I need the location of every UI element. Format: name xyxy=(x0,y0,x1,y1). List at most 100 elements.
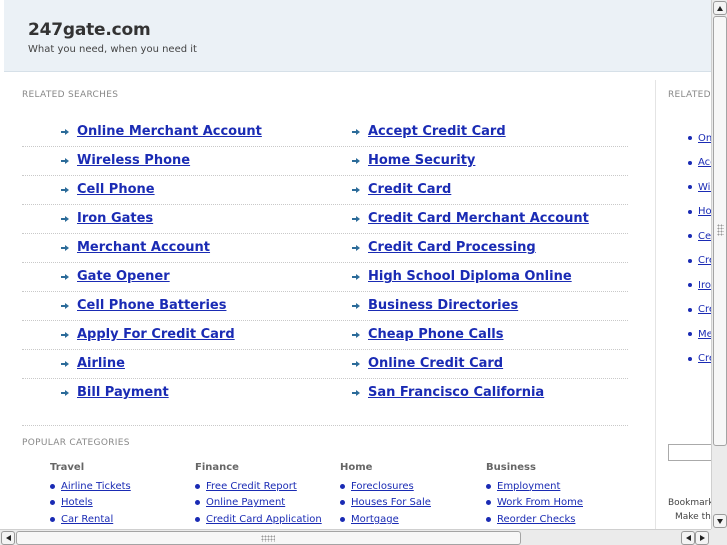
related-search-item[interactable]: Airline xyxy=(61,356,125,371)
related-search-item[interactable]: Business Directories xyxy=(352,298,518,313)
category-item[interactable]: Employment xyxy=(486,478,626,495)
related-search-item[interactable]: Cheap Phone Calls xyxy=(352,327,504,342)
category-link[interactable]: Work From Home xyxy=(497,497,583,508)
related-search-link[interactable]: Business Directories xyxy=(368,298,518,313)
related-search-link[interactable]: Cheap Phone Calls xyxy=(368,327,504,342)
sidebar-link[interactable]: Iron xyxy=(698,280,711,291)
sidebar-link[interactable]: Mer xyxy=(698,329,711,340)
bullet-icon xyxy=(688,307,692,312)
related-search-link[interactable]: Airline xyxy=(77,356,125,371)
sidebar-item[interactable]: Cre xyxy=(688,347,711,372)
bookmark-link[interactable]: Bookmark xyxy=(668,498,711,508)
related-search-item[interactable]: Credit Card xyxy=(352,182,451,197)
category-item[interactable]: Foreclosures xyxy=(340,478,480,495)
related-search-item[interactable]: Bill Payment xyxy=(61,385,169,400)
sidebar-item[interactable]: Acc xyxy=(688,151,711,176)
related-search-item[interactable]: Iron Gates xyxy=(61,211,153,226)
sidebar-link[interactable]: Hor xyxy=(698,206,711,217)
category-link[interactable]: Hotels xyxy=(61,497,93,508)
category-link[interactable]: Free Credit Report xyxy=(206,481,297,492)
bullet-icon xyxy=(195,500,200,506)
related-search-link[interactable]: Merchant Account xyxy=(77,240,210,255)
related-search-item[interactable]: Apply For Credit Card xyxy=(61,327,235,342)
related-search-link[interactable]: Iron Gates xyxy=(77,211,153,226)
sidebar-link[interactable]: Onl xyxy=(698,133,711,144)
sidebar-item[interactable]: Onl xyxy=(688,126,711,151)
related-search-link[interactable]: Cell Phone Batteries xyxy=(77,298,226,313)
category-item[interactable]: Airline Tickets xyxy=(50,478,190,495)
sidebar-link[interactable]: Cre xyxy=(698,304,711,315)
related-search-item[interactable]: Merchant Account xyxy=(61,240,210,255)
category-link[interactable]: Car Rental xyxy=(61,514,113,525)
related-search-item[interactable]: Online Credit Card xyxy=(352,356,503,371)
sidebar-link[interactable]: Cre xyxy=(698,255,711,266)
scroll-left-button-secondary[interactable] xyxy=(681,531,695,545)
related-search-link[interactable]: Credit Card Merchant Account xyxy=(368,211,589,226)
related-search-link[interactable]: Bill Payment xyxy=(77,385,169,400)
sidebar-item[interactable]: Cre xyxy=(688,249,711,274)
site-title[interactable]: 247gate.com xyxy=(28,20,151,40)
related-search-item[interactable]: Credit Card Processing xyxy=(352,240,536,255)
sidebar-item[interactable]: Hor xyxy=(688,200,711,225)
related-search-item[interactable]: Cell Phone xyxy=(61,182,155,197)
bullet-icon xyxy=(688,283,692,288)
related-search-link[interactable]: Wireless Phone xyxy=(77,153,190,168)
sidebar-item[interactable]: Iron xyxy=(688,273,711,298)
category-item[interactable]: Reorder Checks xyxy=(486,511,626,528)
category-item[interactable]: Free Credit Report xyxy=(195,478,335,495)
related-search-link[interactable]: Credit Card Processing xyxy=(368,240,536,255)
category-link[interactable]: Online Payment xyxy=(206,497,285,508)
scroll-left-button[interactable] xyxy=(1,531,15,545)
vertical-scrollbar[interactable] xyxy=(711,0,727,529)
related-search-link[interactable]: San Francisco California xyxy=(368,385,544,400)
related-search-link[interactable]: Apply For Credit Card xyxy=(77,327,235,342)
category-link[interactable]: Employment xyxy=(497,481,560,492)
make-homepage-link[interactable]: Make thi xyxy=(675,512,711,522)
category-item[interactable]: Car Rental xyxy=(50,511,190,528)
category-link[interactable]: Foreclosures xyxy=(351,481,414,492)
scroll-right-button[interactable] xyxy=(695,531,709,545)
sidebar-item[interactable]: Cel xyxy=(688,224,711,249)
related-search-link[interactable]: Accept Credit Card xyxy=(368,124,506,139)
related-search-item[interactable]: Accept Credit Card xyxy=(352,124,506,139)
category-link[interactable]: Airline Tickets xyxy=(61,481,131,492)
related-search-link[interactable]: Online Credit Card xyxy=(368,356,503,371)
horizontal-scroll-thumb[interactable] xyxy=(16,531,521,545)
sidebar-item[interactable]: Cre xyxy=(688,298,711,323)
category-item[interactable]: Houses For Sale xyxy=(340,495,480,512)
category-link[interactable]: Mortgage xyxy=(351,514,399,525)
related-search-item[interactable]: Cell Phone Batteries xyxy=(61,298,226,313)
related-search-link[interactable]: Cell Phone xyxy=(77,182,155,197)
category-item[interactable]: Credit Card Application xyxy=(195,511,335,528)
sidebar-search-input[interactable] xyxy=(668,444,711,461)
scroll-up-button[interactable] xyxy=(713,1,727,15)
sidebar-link[interactable]: Cre xyxy=(698,353,711,364)
vertical-scroll-thumb[interactable] xyxy=(713,16,727,446)
related-search-link[interactable]: Gate Opener xyxy=(77,269,170,284)
sidebar-item[interactable]: Wir xyxy=(688,175,711,200)
related-search-item[interactable]: High School Diploma Online xyxy=(352,269,572,284)
related-search-item[interactable]: Online Merchant Account xyxy=(61,124,262,139)
sidebar-item[interactable]: Mer xyxy=(688,322,711,347)
related-search-item[interactable]: Wireless Phone xyxy=(61,153,190,168)
related-search-link[interactable]: Home Security xyxy=(368,153,475,168)
related-search-item[interactable]: San Francisco California xyxy=(352,385,544,400)
scroll-down-button[interactable] xyxy=(713,514,727,528)
horizontal-scrollbar[interactable] xyxy=(0,529,711,545)
related-search-item[interactable]: Gate Opener xyxy=(61,269,170,284)
related-search-link[interactable]: High School Diploma Online xyxy=(368,269,572,284)
category-link[interactable]: Reorder Checks xyxy=(497,514,575,525)
related-search-link[interactable]: Online Merchant Account xyxy=(77,124,262,139)
sidebar-link[interactable]: Cel xyxy=(698,231,711,242)
related-search-item[interactable]: Credit Card Merchant Account xyxy=(352,211,589,226)
sidebar-link[interactable]: Wir xyxy=(698,182,711,193)
related-search-link[interactable]: Credit Card xyxy=(368,182,451,197)
category-item[interactable]: Online Payment xyxy=(195,495,335,512)
category-item[interactable]: Mortgage xyxy=(340,511,480,528)
category-link[interactable]: Credit Card Application xyxy=(206,514,322,525)
category-item[interactable]: Hotels xyxy=(50,495,190,512)
category-item[interactable]: Work From Home xyxy=(486,495,626,512)
sidebar-link[interactable]: Acc xyxy=(698,157,711,168)
related-search-item[interactable]: Home Security xyxy=(352,153,475,168)
category-link[interactable]: Houses For Sale xyxy=(351,497,431,508)
